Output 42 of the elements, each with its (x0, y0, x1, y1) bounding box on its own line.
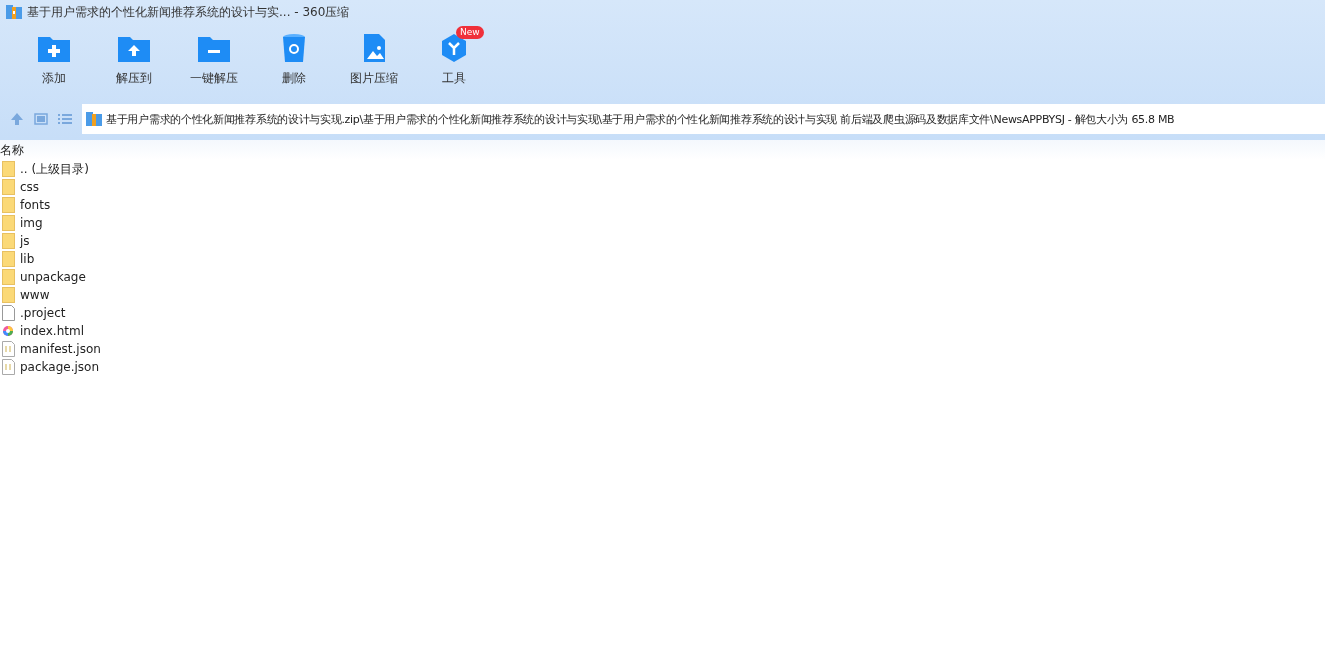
toolbar-button[interactable]: New 工具 (414, 24, 494, 94)
file-icon (2, 305, 16, 321)
file-name[interactable]: www (20, 288, 50, 302)
folder-icon (2, 233, 16, 249)
toolbar-button[interactable]: 图片压缩 (334, 24, 414, 94)
folder-icon (2, 251, 16, 267)
new-badge: New (456, 26, 484, 39)
folder-icon (2, 269, 16, 285)
folder-icon (2, 287, 16, 303)
folder-minus-icon (198, 34, 230, 62)
list-view-icon[interactable] (58, 112, 72, 126)
color-wheel-icon (2, 323, 16, 339)
file-name[interactable]: .. (上级目录) (20, 160, 89, 178)
file-name[interactable]: package.json (20, 360, 99, 374)
toolbar-button[interactable]: 一键解压 (174, 24, 254, 94)
window-title: 基于用户需求的个性化新闻推荐系统的设计与实... - 360压缩 (27, 3, 350, 21)
toolbar-button[interactable]: 添加 (14, 24, 94, 94)
column-header[interactable]: 名称 (0, 141, 24, 159)
path-field[interactable]: 基于用户需求的个性化新闻推荐系统的设计与实现.zip\基于用户需求的个性化新闻推荐系统的设计与实现\基于用户需求的个性化新闻推荐系统的设计与实现 前后端及爬虫源码及数据库文件\NewsAPPBYSJ - 解包大小为 65.8 MB (82, 104, 1325, 134)
file-name[interactable]: js (20, 234, 30, 248)
folder-icon (2, 197, 16, 213)
json-file-icon (2, 341, 16, 357)
toolbar-button[interactable]: 解压到 (94, 24, 174, 94)
file-name[interactable]: index.html (20, 324, 84, 338)
folder-upload-icon (118, 34, 150, 62)
folder-icon (2, 161, 16, 177)
archive-icon (6, 5, 22, 19)
file-name[interactable]: .project (20, 306, 66, 320)
folder-plus-icon (38, 34, 70, 62)
file-name[interactable]: lib (20, 252, 35, 266)
file-name[interactable]: manifest.json (20, 342, 101, 356)
file-name[interactable]: unpackage (20, 270, 86, 284)
file-name[interactable]: img (20, 216, 43, 230)
file-name[interactable]: fonts (20, 198, 51, 212)
json-file-icon (2, 359, 16, 375)
file-name[interactable]: css (20, 180, 40, 194)
archive-icon (86, 112, 102, 126)
folder-icon (2, 179, 16, 195)
folder-icon (2, 215, 16, 231)
thumbnail-view-icon[interactable] (34, 112, 48, 126)
up-arrow-icon[interactable] (10, 112, 24, 126)
toolbar-button[interactable]: 删除 (254, 24, 334, 94)
